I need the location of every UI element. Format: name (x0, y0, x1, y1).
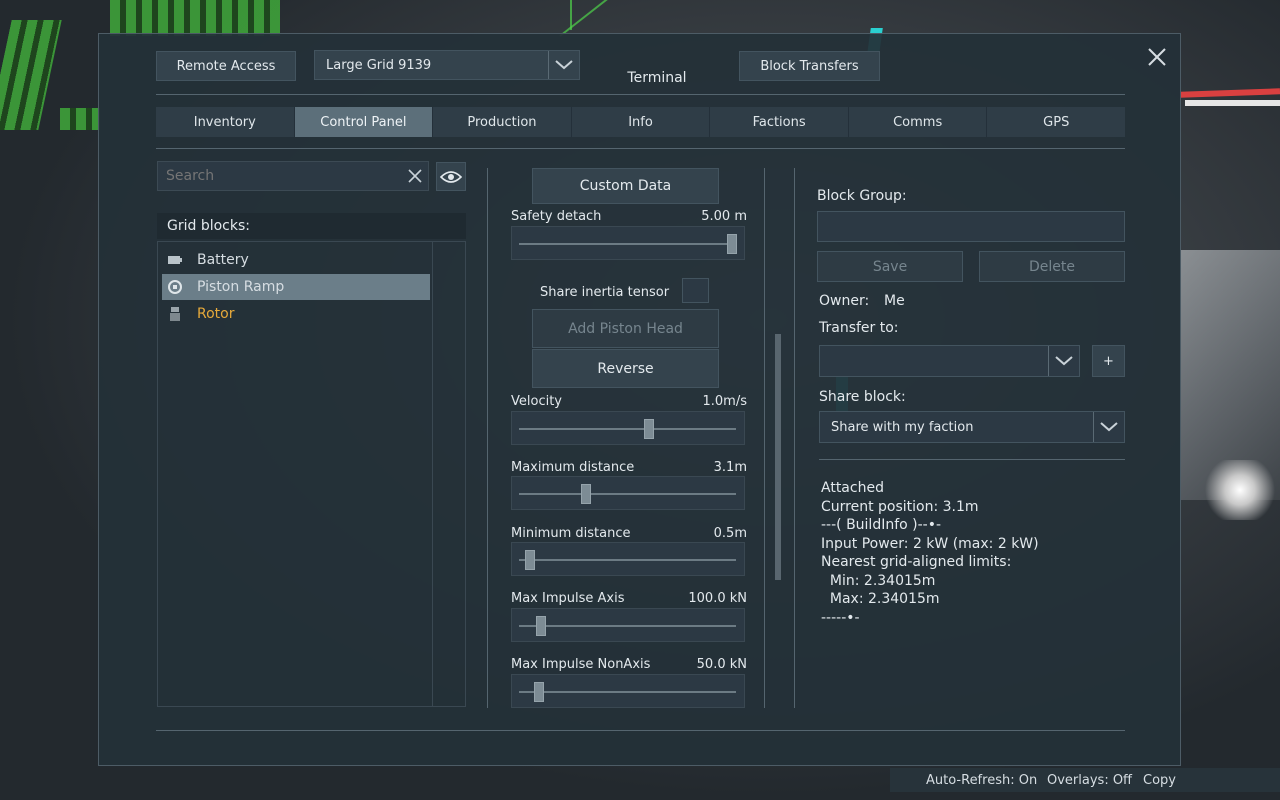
copy-button[interactable]: Copy (1143, 773, 1176, 788)
slider-thumb[interactable] (535, 616, 546, 636)
chevron-down-icon[interactable] (548, 51, 579, 79)
safety-detach-slider[interactable] (511, 226, 745, 260)
velocity-slider[interactable] (511, 411, 745, 445)
block-info-text: Attached Current position: 3.1m ---( Bui… (821, 480, 1039, 626)
tab-comms[interactable]: Comms (848, 107, 988, 137)
clear-search-icon[interactable] (402, 163, 428, 189)
max-impulse-nonaxis-value: 50.0 kN (696, 657, 747, 672)
velocity-value: 1.0m/s (702, 394, 748, 409)
max-distance-label: Maximum distance (511, 460, 635, 475)
remote-access-button[interactable]: Remote Access (156, 51, 296, 81)
slider-thumb[interactable] (581, 484, 592, 504)
overlays-toggle[interactable]: Overlays: Off (1047, 773, 1132, 788)
close-icon[interactable] (1146, 46, 1168, 68)
search-input[interactable] (158, 167, 402, 185)
max-distance-slider[interactable] (511, 476, 745, 510)
window-title: Terminal (627, 70, 687, 86)
safety-detach-value: 5.00 m (701, 209, 747, 224)
grid-select[interactable]: Large Grid 9139 (314, 50, 580, 80)
list-scrollbar[interactable] (432, 242, 465, 706)
tab-gps[interactable]: GPS (987, 107, 1126, 137)
share-block-select[interactable]: Share with my faction (819, 411, 1125, 443)
battery-icon (167, 252, 183, 268)
owner-value: Me (884, 293, 905, 309)
grid-blocks-header: Grid blocks: (157, 213, 466, 239)
tab-inventory[interactable]: Inventory (156, 107, 295, 137)
properties-scrollbar[interactable] (775, 334, 781, 580)
min-distance-value: 0.5m (713, 526, 747, 541)
max-impulse-axis-value: 100.0 kN (688, 591, 747, 606)
list-item-rotor[interactable]: Rotor (162, 301, 430, 327)
search-box (157, 161, 429, 191)
max-impulse-axis-slider[interactable] (511, 608, 745, 642)
piston-icon (167, 279, 183, 295)
slider-thumb[interactable] (726, 234, 737, 254)
slider-thumb[interactable] (524, 550, 535, 570)
tab-factions[interactable]: Factions (710, 107, 849, 137)
transfer-select[interactable] (819, 345, 1080, 377)
list-item-battery[interactable]: Battery (162, 247, 430, 273)
save-button[interactable]: Save (817, 251, 963, 282)
owner-label: Owner: (819, 293, 870, 309)
tab-info[interactable]: Info (571, 107, 711, 137)
list-item-label: Rotor (197, 306, 235, 322)
share-block-label: Share block: (819, 389, 906, 405)
slider-thumb[interactable] (644, 419, 655, 439)
share-inertia-checkbox[interactable] (682, 278, 709, 303)
min-distance-label: Minimum distance (511, 526, 631, 541)
safety-detach-label: Safety detach (511, 209, 602, 224)
grid-select-value: Large Grid 9139 (326, 57, 432, 73)
share-block-value: Share with my faction (831, 419, 974, 435)
max-impulse-nonaxis-label: Max Impulse NonAxis (511, 657, 651, 672)
divider (794, 168, 795, 708)
block-group-input[interactable] (817, 211, 1125, 242)
add-piston-head-button[interactable]: Add Piston Head (532, 309, 719, 348)
add-transfer-button[interactable]: + (1092, 345, 1125, 377)
max-impulse-nonaxis-slider[interactable] (511, 674, 745, 708)
status-bar: Auto-Refresh: On Overlays: Off Copy (890, 768, 1280, 792)
list-item-piston-ramp[interactable]: Piston Ramp (162, 274, 430, 300)
divider (156, 730, 1125, 731)
slider-thumb[interactable] (533, 682, 544, 702)
max-distance-value: 3.1m (713, 460, 747, 475)
block-transfers-button[interactable]: Block Transfers (739, 51, 880, 81)
tab-production[interactable]: Production (433, 107, 572, 137)
reverse-button[interactable]: Reverse (532, 349, 719, 388)
grid-blocks-list: Battery Piston Ramp Rotor (157, 241, 466, 707)
share-inertia-label: Share inertia tensor (540, 285, 670, 300)
custom-data-button[interactable]: Custom Data (532, 168, 719, 204)
min-distance-slider[interactable] (511, 542, 745, 576)
delete-button[interactable]: Delete (979, 251, 1125, 282)
divider (156, 94, 1125, 95)
tab-control-panel[interactable]: Control Panel (294, 107, 434, 137)
rotor-icon (167, 306, 183, 322)
divider (764, 168, 765, 708)
transfer-label: Transfer to: (819, 320, 899, 336)
velocity-label: Velocity (511, 394, 562, 409)
auto-refresh-toggle[interactable]: Auto-Refresh: On (926, 773, 1037, 788)
max-impulse-axis-label: Max Impulse Axis (511, 591, 625, 606)
tab-bar: Inventory Control Panel Production Info … (156, 107, 1126, 137)
block-group-label: Block Group: (817, 188, 907, 204)
eye-icon[interactable] (436, 162, 466, 191)
list-item-label: Battery (197, 252, 249, 268)
list-item-label: Piston Ramp (197, 279, 285, 295)
divider (156, 148, 1125, 149)
chevron-down-icon[interactable] (1048, 346, 1079, 376)
divider (487, 168, 488, 708)
terminal-window: Remote Access Large Grid 9139 Terminal B… (98, 33, 1181, 766)
chevron-down-icon[interactable] (1093, 412, 1124, 442)
divider (819, 459, 1125, 460)
